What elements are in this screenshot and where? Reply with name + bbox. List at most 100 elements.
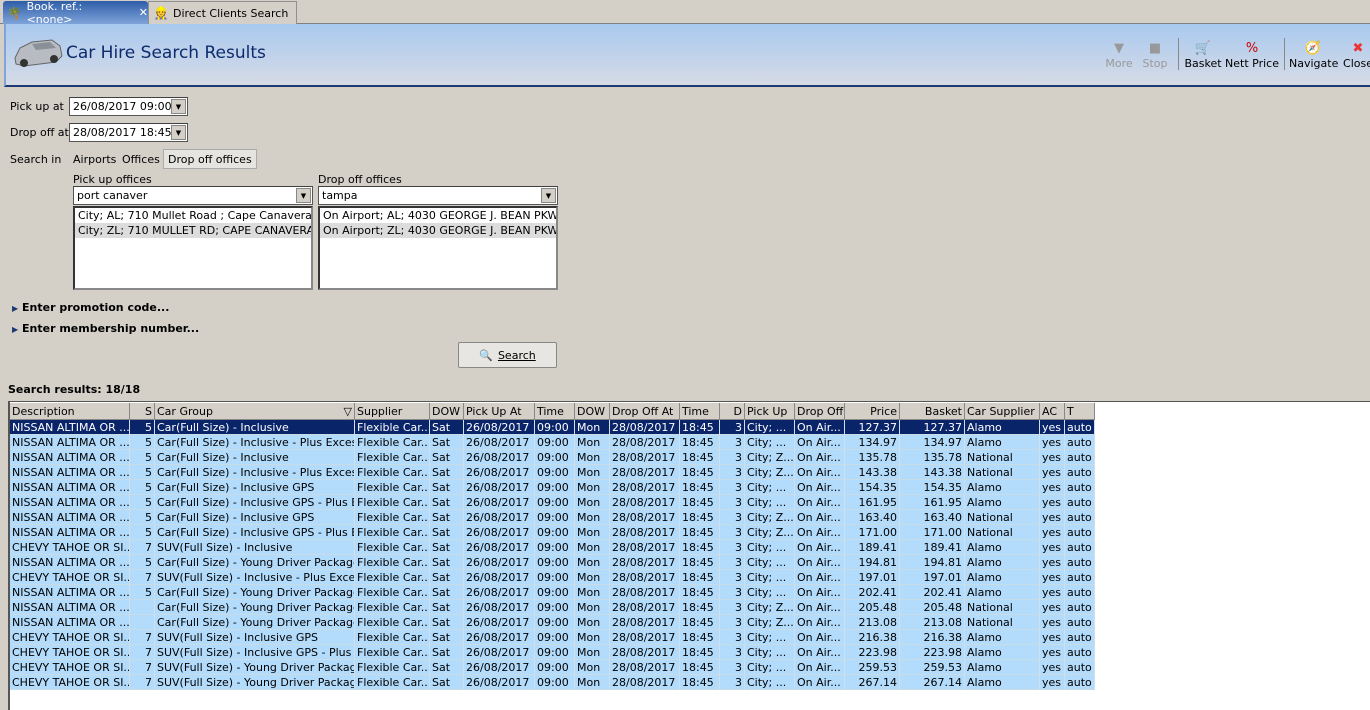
column-header[interactable]: DOW bbox=[575, 403, 610, 420]
table-cell: 09:00 bbox=[535, 435, 575, 450]
list-item[interactable]: On Airport; ZL; 4030 GEORGE J. BEAN PKWY… bbox=[320, 223, 556, 238]
table-row[interactable]: CHEVY TAHOE OR SI... 7 SUV(Full Size) - Yo… bbox=[10, 675, 1095, 690]
table-cell: Car(Full Size) - Inclusive GPS - Plus Ex… bbox=[155, 525, 355, 540]
table-row[interactable]: NISSAN ALTIMA OR ... 5 Car(Full Size) - In… bbox=[10, 450, 1095, 465]
table-cell: auto bbox=[1065, 570, 1095, 585]
dropoff-offices-search[interactable]: tampa ▼ bbox=[318, 186, 558, 205]
chevron-down-icon[interactable]: ▼ bbox=[171, 99, 186, 114]
table-cell bbox=[130, 615, 155, 630]
search-button[interactable]: 🔍 Search bbox=[458, 342, 557, 368]
table-cell: City; ... bbox=[745, 570, 795, 585]
membership-number-expander[interactable]: ▶ Enter membership number... bbox=[12, 322, 199, 335]
column-header[interactable]: Price bbox=[845, 403, 900, 420]
table-cell: 09:00 bbox=[535, 555, 575, 570]
table-cell: Car(Full Size) - Inclusive - Plus Excess… bbox=[155, 465, 355, 480]
list-item[interactable]: City; ZL; 710 MULLET RD; CAPE CANAVERAL;… bbox=[75, 223, 311, 238]
table-row[interactable]: CHEVY TAHOE OR SI... 7 SUV(Full Size) - In… bbox=[10, 540, 1095, 555]
table-row[interactable]: CHEVY TAHOE OR SI... 7 SUV(Full Size) - In… bbox=[10, 630, 1095, 645]
table-row[interactable]: NISSAN ALTIMA OR ... 5 Car(Full Size) - Yo… bbox=[10, 585, 1095, 600]
tab-direct-clients-search[interactable]: 👷 Direct Clients Search bbox=[148, 1, 297, 24]
table-cell: yes bbox=[1040, 675, 1065, 690]
pickup-datetime-field[interactable]: 26/08/2017 09:00 ▼ bbox=[69, 97, 188, 116]
nett-price-button[interactable]: % Nett Price bbox=[1224, 40, 1280, 70]
table-cell: 205.48 bbox=[845, 600, 900, 615]
table-row[interactable]: NISSAN ALTIMA OR ... 5 Car(Full Size) - In… bbox=[10, 510, 1095, 525]
navigate-button[interactable]: 🧭 Navigate bbox=[1289, 40, 1338, 70]
column-header[interactable]: Car Supplier bbox=[965, 403, 1040, 420]
stop-button[interactable]: ■ Stop bbox=[1140, 40, 1170, 70]
filter-icon[interactable]: ▽ bbox=[344, 403, 352, 419]
dropoff-datetime-field[interactable]: 28/08/2017 18:45 ▼ bbox=[69, 123, 188, 142]
pickup-offices-search[interactable]: port canaver ▼ bbox=[73, 186, 313, 205]
close-tab-icon[interactable]: ✕ bbox=[139, 6, 148, 19]
table-cell: 18:45 bbox=[680, 630, 720, 645]
table-cell: On Air... bbox=[795, 615, 845, 630]
results-table: Description S Car Group ▽ Supplier DOW Pick Up… bbox=[8, 401, 1370, 710]
table-cell: 5 bbox=[130, 420, 155, 435]
list-item[interactable]: City; AL; 710 Mullet Road ; Cape Canaver… bbox=[75, 208, 311, 223]
search-in-drop-off-offices[interactable]: Drop off offices bbox=[163, 149, 257, 169]
search-in-airports[interactable]: Airports bbox=[69, 149, 120, 169]
table-cell: SUV(Full Size) - Inclusive bbox=[155, 540, 355, 555]
table-cell: yes bbox=[1040, 525, 1065, 540]
chevron-down-icon[interactable]: ▼ bbox=[296, 188, 311, 203]
column-header[interactable]: Car Group ▽ bbox=[155, 403, 355, 420]
table-row[interactable]: NISSAN ALTIMA OR ... 5 Car(Full Size) - In… bbox=[10, 495, 1095, 510]
table-row[interactable]: CHEVY TAHOE OR SI... 7 SUV(Full Size) - Yo… bbox=[10, 660, 1095, 675]
table-cell: 09:00 bbox=[535, 645, 575, 660]
basket-button[interactable]: 🛒 Basket bbox=[1183, 40, 1223, 70]
column-header[interactable]: Basket bbox=[900, 403, 965, 420]
more-button[interactable]: ▼ More bbox=[1104, 40, 1134, 70]
column-header[interactable]: Supplier bbox=[355, 403, 430, 420]
column-header[interactable]: Pick Up At bbox=[464, 403, 535, 420]
table-cell: yes bbox=[1040, 465, 1065, 480]
table-row[interactable]: NISSAN ALTIMA OR ... 5 Car(Full Size) - In… bbox=[10, 480, 1095, 495]
chevron-down-icon[interactable]: ▼ bbox=[171, 125, 186, 140]
promotion-code-expander[interactable]: ▶ Enter promotion code... bbox=[12, 301, 169, 314]
table-cell: On Air... bbox=[795, 495, 845, 510]
column-header[interactable]: Drop Off bbox=[795, 403, 845, 420]
dropoff-offices-list[interactable]: On Airport; AL; 4030 GEORGE J. BEAN PKWY… bbox=[318, 206, 558, 290]
column-header[interactable]: T bbox=[1065, 403, 1095, 420]
close-label: Close bbox=[1343, 57, 1370, 70]
search-in-offices[interactable]: Offices bbox=[118, 149, 164, 169]
table-cell: On Air... bbox=[795, 525, 845, 540]
table-cell: yes bbox=[1040, 420, 1065, 435]
column-header[interactable]: Time bbox=[535, 403, 575, 420]
search-icon: 🔍 bbox=[479, 348, 493, 362]
table-cell: auto bbox=[1065, 465, 1095, 480]
table-row[interactable]: NISSAN ALTIMA OR ... Car(Full Size) - You… bbox=[10, 615, 1095, 630]
column-header[interactable]: Description bbox=[10, 403, 130, 420]
close-button[interactable]: ✖ Close bbox=[1342, 40, 1370, 70]
column-header[interactable]: Drop Off At bbox=[610, 403, 680, 420]
column-header[interactable]: Pick Up bbox=[745, 403, 795, 420]
table-cell: On Air... bbox=[795, 420, 845, 435]
column-header[interactable]: AC bbox=[1040, 403, 1065, 420]
table-row[interactable]: NISSAN ALTIMA OR ... 5 Car(Full Size) - Yo… bbox=[10, 555, 1095, 570]
column-header[interactable]: Time bbox=[680, 403, 720, 420]
pickup-offices-list[interactable]: City; AL; 710 Mullet Road ; Cape Canaver… bbox=[73, 206, 313, 290]
table-row[interactable]: NISSAN ALTIMA OR ... 5 Car(Full Size) - In… bbox=[10, 525, 1095, 540]
table-row[interactable]: CHEVY TAHOE OR SI... 7 SUV(Full Size) - In… bbox=[10, 645, 1095, 660]
table-cell: auto bbox=[1065, 675, 1095, 690]
column-header[interactable]: D bbox=[720, 403, 745, 420]
table-row[interactable]: NISSAN ALTIMA OR ... 5 Car(Full Size) - In… bbox=[10, 435, 1095, 450]
table-row[interactable]: CHEVY TAHOE OR SI... 7 SUV(Full Size) - In… bbox=[10, 570, 1095, 585]
table-cell: 154.35 bbox=[845, 480, 900, 495]
table-cell: Sat bbox=[430, 525, 464, 540]
table-row[interactable]: NISSAN ALTIMA OR ... Car(Full Size) - You… bbox=[10, 600, 1095, 615]
table-cell: 213.08 bbox=[900, 615, 965, 630]
list-item[interactable]: On Airport; AL; 4030 GEORGE J. BEAN PKWY… bbox=[320, 208, 556, 223]
table-header: Description S Car Group ▽ Supplier DOW Pick Up… bbox=[10, 403, 1095, 420]
table-cell: Sat bbox=[430, 465, 464, 480]
table-cell: Sat bbox=[430, 645, 464, 660]
tab-booking[interactable]: 🌴 Book. ref.: <none> ✕ bbox=[3, 0, 148, 26]
table-cell: Alamo bbox=[965, 540, 1040, 555]
table-row[interactable]: NISSAN ALTIMA OR ... 5 Car(Full Size) - In… bbox=[10, 420, 1095, 435]
chevron-down-icon[interactable]: ▼ bbox=[541, 188, 556, 203]
column-header[interactable]: DOW bbox=[430, 403, 464, 420]
table-cell: yes bbox=[1040, 645, 1065, 660]
column-header[interactable]: S bbox=[130, 403, 155, 420]
table-cell: City; Z... bbox=[745, 450, 795, 465]
table-row[interactable]: NISSAN ALTIMA OR ... 5 Car(Full Size) - In… bbox=[10, 465, 1095, 480]
